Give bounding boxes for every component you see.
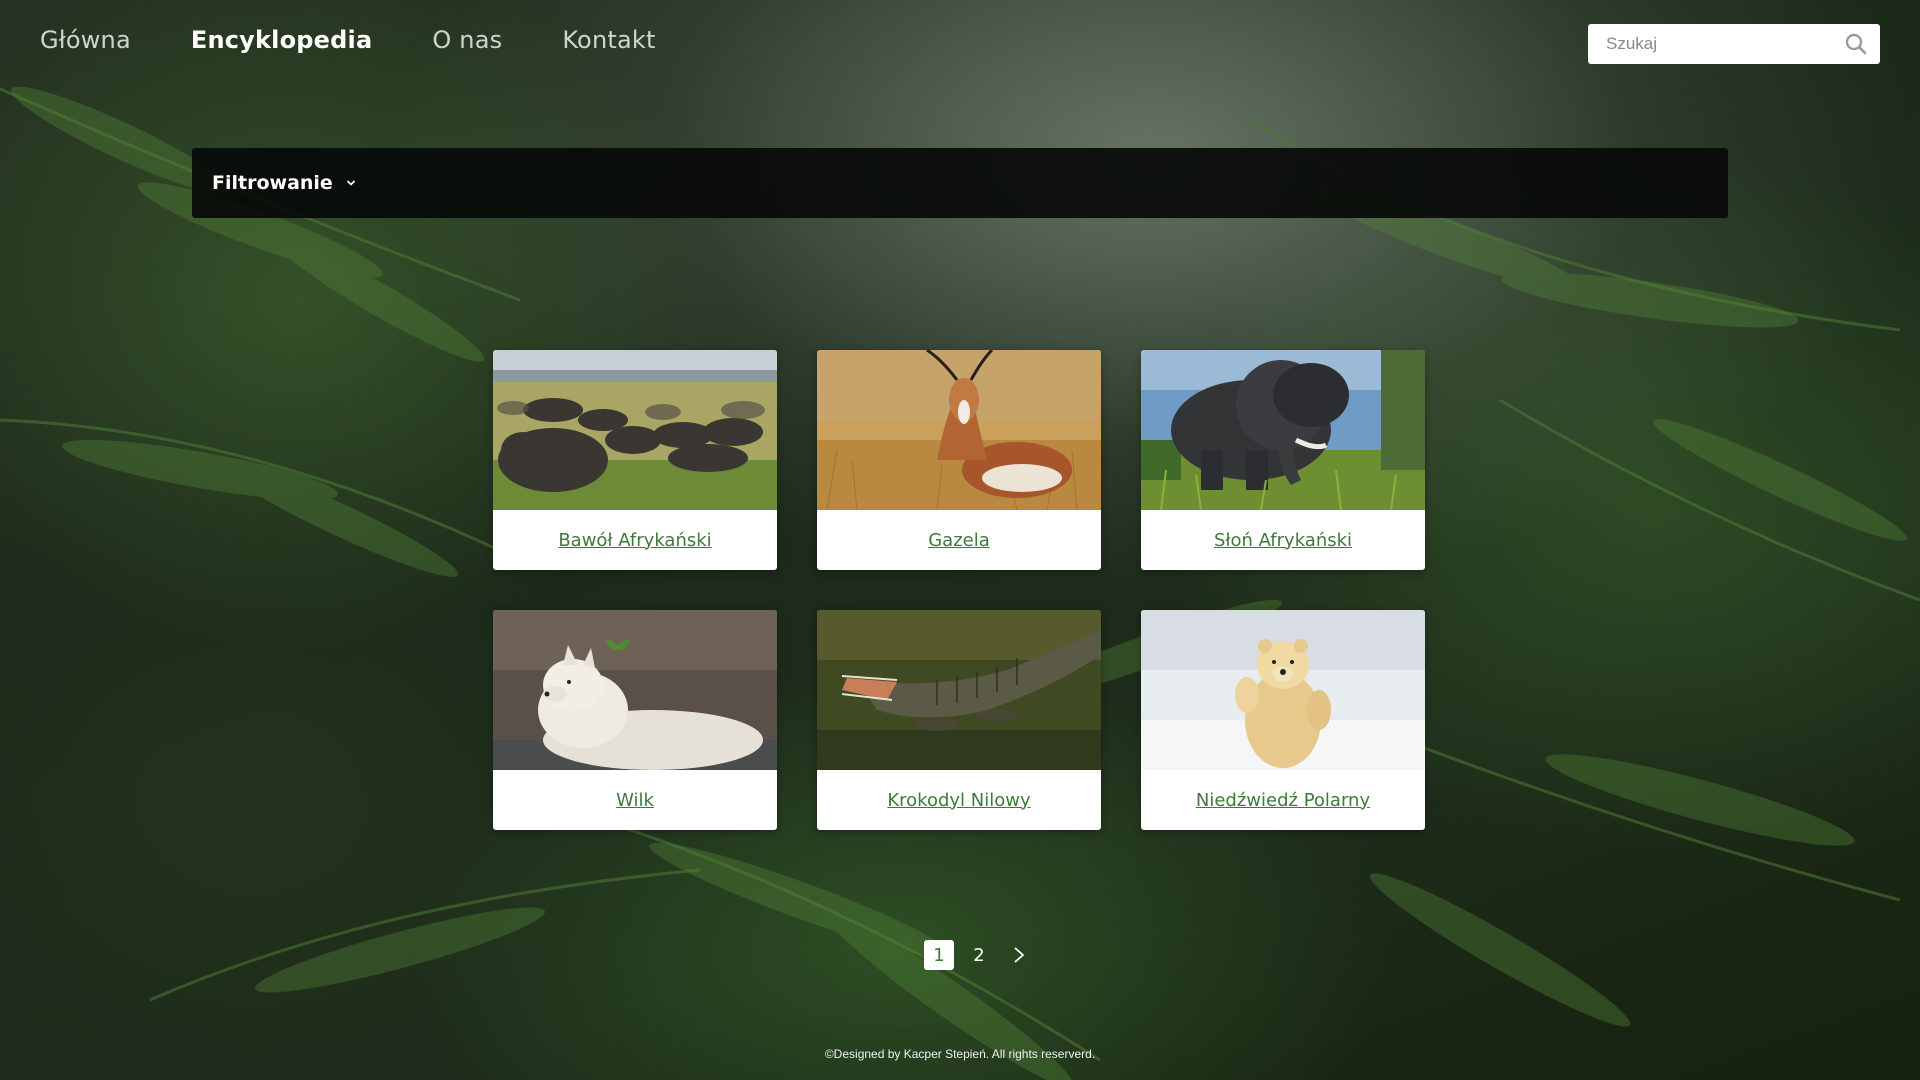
- search-icon[interactable]: [1844, 32, 1868, 56]
- animal-link[interactable]: Gazela: [928, 530, 990, 551]
- animal-link[interactable]: Bawół Afrykański: [558, 530, 711, 551]
- polar-bear-image: [1141, 610, 1425, 770]
- wolf-image: [493, 610, 777, 770]
- card-label: Krokodyl Nilowy: [817, 770, 1101, 830]
- gazelle-image: [817, 350, 1101, 510]
- search-input[interactable]: [1604, 33, 1844, 55]
- animal-link[interactable]: Krokodyl Nilowy: [887, 790, 1030, 811]
- card-label: Niedźwiedź Polarny: [1141, 770, 1425, 830]
- animal-card[interactable]: Bawół Afrykański: [493, 350, 777, 570]
- chevron-right-icon[interactable]: [1004, 940, 1034, 970]
- card-label: Wilk: [493, 770, 777, 830]
- nav-item-o-nas[interactable]: O nas: [432, 26, 502, 54]
- animal-card[interactable]: Słoń Afrykański: [1141, 350, 1425, 570]
- filter-bar: Filtrowanie: [192, 148, 1728, 218]
- card-label: Bawół Afrykański: [493, 510, 777, 570]
- search-box: [1588, 24, 1880, 64]
- page: Główna Encyklopedia O nas Kontakt Filtro…: [0, 0, 1920, 1080]
- pagination: 1 2: [924, 940, 1034, 970]
- crocodile-image: [817, 610, 1101, 770]
- filter-label: Filtrowanie: [212, 172, 333, 194]
- chevron-down-icon: [345, 172, 357, 194]
- page-button-2[interactable]: 2: [964, 940, 994, 970]
- animal-link[interactable]: Wilk: [616, 790, 654, 811]
- nav-item-glowna[interactable]: Główna: [40, 26, 131, 54]
- animal-link[interactable]: Słoń Afrykański: [1214, 530, 1352, 551]
- nav-item-encyklopedia[interactable]: Encyklopedia: [191, 26, 373, 54]
- animal-card[interactable]: Gazela: [817, 350, 1101, 570]
- main-nav: Główna Encyklopedia O nas Kontakt: [40, 26, 716, 54]
- filter-toggle-button[interactable]: Filtrowanie: [212, 172, 357, 194]
- animal-link[interactable]: Niedźwiedź Polarny: [1196, 790, 1370, 811]
- card-label: Słoń Afrykański: [1141, 510, 1425, 570]
- nav-item-kontakt[interactable]: Kontakt: [562, 26, 655, 54]
- animal-card[interactable]: Wilk: [493, 610, 777, 830]
- animal-card[interactable]: Niedźwiedź Polarny: [1141, 610, 1425, 830]
- animal-grid: Bawół Afrykański Gazela Słoń Afrykański …: [493, 350, 1425, 830]
- page-button-1[interactable]: 1: [924, 940, 954, 970]
- buffalo-image: [493, 350, 777, 510]
- footer-text: ©Designed by Kacper Stepień. All rights …: [824, 1047, 1096, 1061]
- animal-card[interactable]: Krokodyl Nilowy: [817, 610, 1101, 830]
- elephant-image: [1141, 350, 1425, 510]
- card-label: Gazela: [817, 510, 1101, 570]
